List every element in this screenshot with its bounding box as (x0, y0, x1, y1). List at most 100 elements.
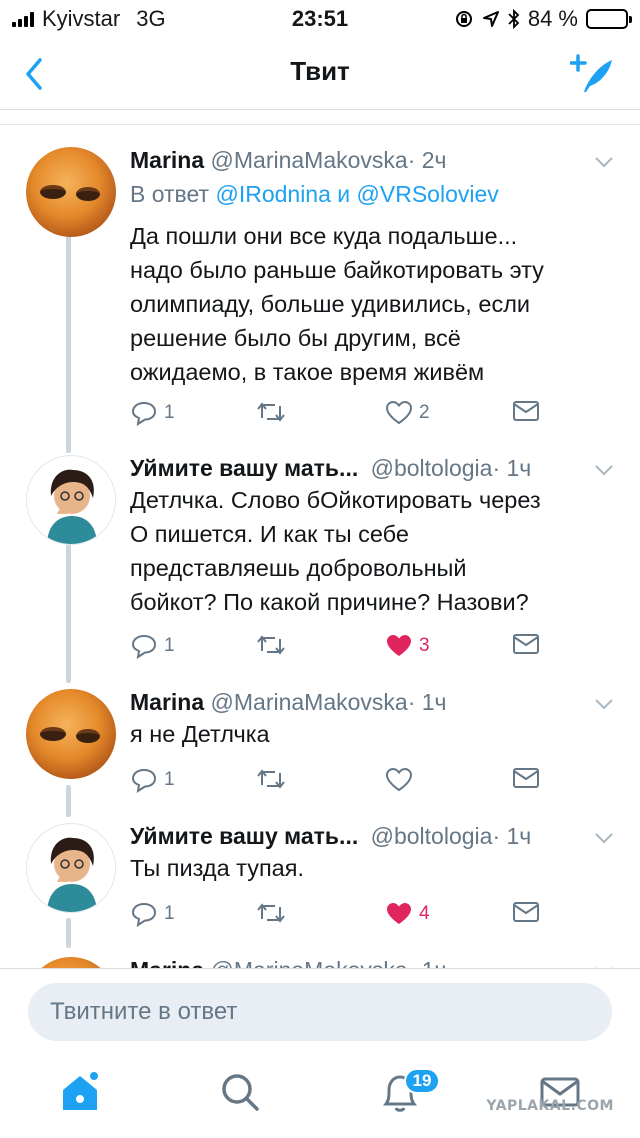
retweet-icon (257, 903, 285, 923)
reply-count: 1 (164, 635, 175, 656)
status-indicators: 84 % (454, 6, 632, 32)
tweet-thread: Marina @MarinaMakovska· 2ч В ответ @IRod… (0, 125, 640, 968)
like-button[interactable]: 4 (385, 901, 430, 927)
reply-icon (131, 768, 157, 793)
heart-outline-icon (385, 767, 413, 792)
reply-count: 1 (164, 769, 175, 790)
envelope-icon (513, 768, 539, 788)
like-count: 3 (419, 635, 430, 656)
avatar[interactable] (26, 455, 116, 545)
tweet-line: представляешь добровольный (130, 555, 467, 581)
tweet-time: · 1ч (492, 455, 532, 481)
tweet-time: · 1ч (492, 823, 532, 849)
compose-tweet-button[interactable] (570, 52, 616, 96)
tweet-time: · 1ч (407, 689, 447, 715)
search-icon[interactable] (216, 1068, 264, 1116)
battery-percent: 84 % (527, 6, 578, 31)
thread-line (66, 785, 71, 817)
reply-prefix: В ответ (130, 181, 210, 207)
thread-line (66, 223, 71, 453)
author-handle[interactable]: @MarinaMakovska (211, 147, 408, 173)
retweet-icon (257, 402, 285, 422)
reply-and: и (337, 181, 351, 207)
reply-bar: Твитните в ответ (0, 968, 640, 1054)
mention-link[interactable]: @VRSoloviev (357, 181, 499, 207)
reply-count: 1 (164, 402, 175, 423)
tweet-line: ожидаемо, в такое время живём (130, 359, 485, 385)
tweet-actions: 1 3 (130, 633, 570, 663)
tweet-header: Уймите вашу мать... @boltologia· 1ч (130, 823, 531, 850)
tweet-actions: 1 2 (130, 400, 570, 430)
avatar[interactable] (26, 689, 116, 779)
dm-button[interactable] (512, 633, 540, 655)
tweet-line: Детлчка. Слово бОйкотировать через (130, 487, 541, 513)
tweet-line: Да пошли они все куда подальше... (130, 223, 518, 249)
avatar[interactable] (26, 823, 116, 913)
author-name[interactable]: Marina (130, 147, 204, 173)
reply-button[interactable]: 1 (130, 633, 175, 659)
avatar[interactable] (26, 957, 116, 968)
envelope-icon (513, 902, 539, 922)
reply-button[interactable]: 1 (130, 767, 175, 793)
reply-icon (131, 401, 157, 426)
tweet-text: Да пошли они все куда подальше... надо б… (130, 219, 620, 389)
author-name[interactable]: Marina (130, 689, 204, 715)
reply-icon (131, 902, 157, 927)
status-bar: Kyivstar 3G 23:51 84 % (0, 0, 640, 40)
reply-button[interactable]: 1 (130, 400, 175, 426)
like-count: 4 (419, 903, 430, 924)
tweet-actions: 1 4 (130, 901, 570, 931)
dm-button[interactable] (512, 767, 540, 789)
heart-filled-icon (387, 635, 411, 656)
author-name[interactable]: Уймите вашу мать... (130, 823, 358, 849)
bluetooth-icon (508, 9, 520, 29)
reply-input[interactable]: Твитните в ответ (28, 983, 612, 1041)
retweet-button[interactable] (255, 901, 287, 925)
tweet-text: Детлчка. Слово бОйкотировать через О пиш… (130, 483, 620, 619)
tweet-line: бойкот? По какой причине? Назови? (130, 589, 529, 615)
tweet-time: · 2ч (407, 147, 447, 173)
retweet-button[interactable] (255, 767, 287, 791)
home-icon[interactable] (56, 1068, 104, 1116)
chevron-down-icon[interactable] (594, 155, 614, 169)
tab-bar (0, 1054, 640, 1138)
reply-icon (131, 634, 157, 659)
retweet-button[interactable] (255, 633, 287, 657)
like-button[interactable]: 2 (385, 400, 430, 426)
envelope-icon (513, 634, 539, 654)
author-handle[interactable]: @boltologia (371, 455, 493, 481)
tweet-actions: 1 (130, 767, 570, 797)
tweet-line: Ты пизда тупая. (130, 855, 304, 881)
retweet-button[interactable] (255, 400, 287, 424)
watermark: YAPLAKAL.COM (486, 1098, 614, 1114)
tweet-line: О пишется. И как ты себе (130, 521, 409, 547)
author-handle[interactable]: @MarinaMakovska (211, 689, 408, 715)
dm-button[interactable] (512, 901, 540, 923)
chevron-down-icon[interactable] (594, 463, 614, 477)
tweet-text: Ты пизда тупая. (130, 851, 620, 885)
mention-link[interactable]: @IRodnina (215, 181, 330, 207)
reply-count: 1 (164, 903, 175, 924)
chevron-down-icon[interactable] (594, 697, 614, 711)
like-button[interactable] (385, 767, 413, 793)
retweet-icon (257, 769, 285, 789)
envelope-icon (513, 401, 539, 421)
author-name[interactable]: Уймите вашу мать... (130, 455, 358, 481)
author-handle[interactable]: @MarinaMakovska (211, 957, 408, 968)
reply-button[interactable]: 1 (130, 901, 175, 927)
reply-context: В ответ @IRodnina и @VRSoloviev (130, 181, 499, 208)
avatar[interactable] (26, 147, 116, 237)
chevron-down-icon[interactable] (594, 831, 614, 845)
tweet-time: · 1ч (408, 957, 447, 968)
like-button[interactable]: 3 (385, 633, 430, 659)
dm-button[interactable] (512, 400, 540, 422)
author-name[interactable]: Marina (130, 957, 204, 968)
location-icon (482, 11, 499, 27)
tweet-header: Marina @MarinaMakovska· 1ч (130, 957, 447, 968)
heart-filled-icon (387, 903, 411, 924)
nav-bar: Твит (0, 40, 640, 110)
thread-line (66, 523, 71, 683)
tweet-line: я не Детлчка (130, 721, 270, 747)
author-handle[interactable]: @boltologia (371, 823, 493, 849)
heart-outline-icon (385, 400, 413, 425)
